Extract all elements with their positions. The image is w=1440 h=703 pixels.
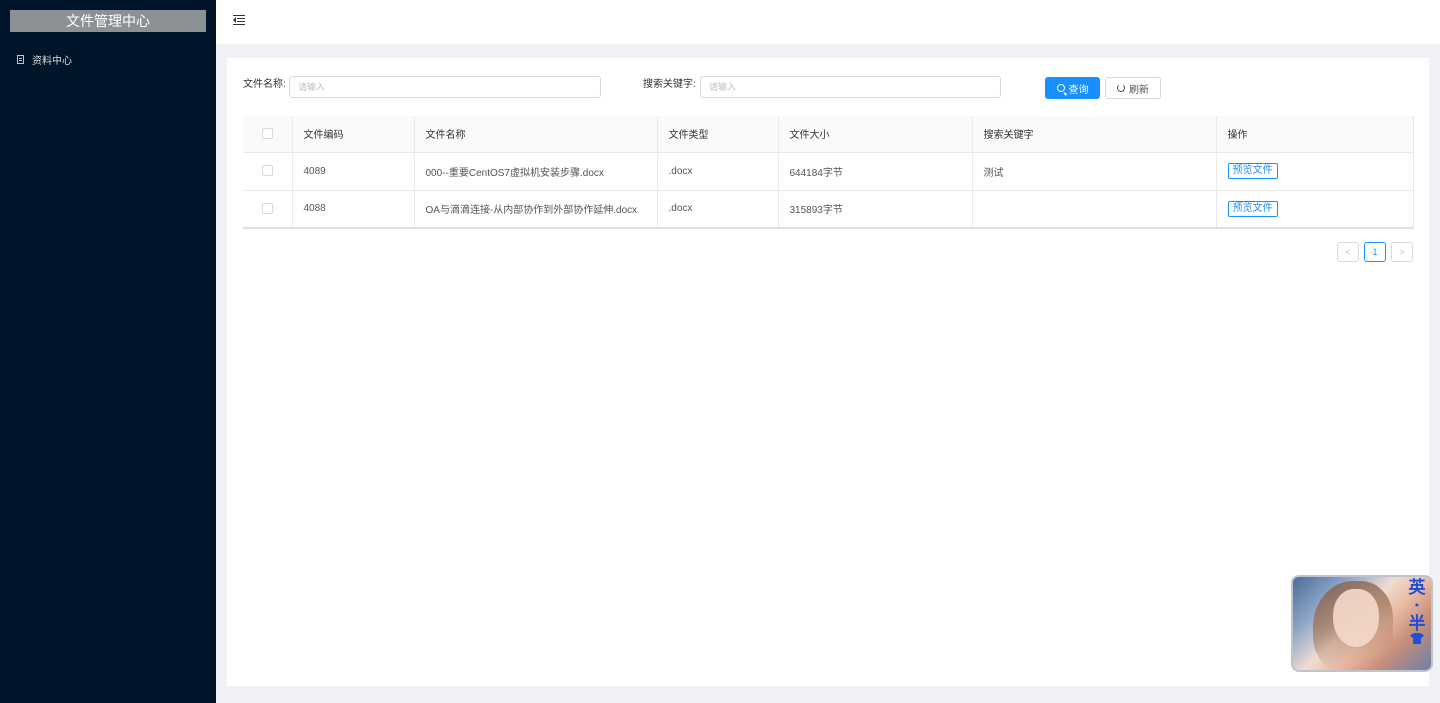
query-button-label: 查询 [1068, 84, 1089, 96]
preview-file-button[interactable]: 预览文件 [1227, 200, 1278, 217]
file-code-cell: 4089 [292, 152, 415, 191]
menu-fold-icon[interactable] [233, 14, 245, 25]
query-button[interactable]: 查询 [1045, 77, 1100, 99]
pagination-prev-button[interactable]: < [1337, 242, 1359, 262]
table-row: 4089 000--重要CentOS7虚拟机安装步骤.docx .docx 64… [243, 152, 1414, 191]
file-name-label: 文件名称: [243, 79, 286, 90]
file-name-input[interactable] [289, 76, 601, 98]
widget-char: · [1414, 596, 1420, 616]
widget-char: 英 [1408, 578, 1426, 598]
file-code-cell: 4088 [292, 190, 415, 229]
column-header: 文件名称 [414, 116, 658, 153]
file-type-cell: .docx [657, 190, 779, 229]
search-icon [1056, 84, 1065, 92]
column-header: 文件编码 [292, 116, 415, 153]
pagination-page-1[interactable]: 1 [1364, 242, 1386, 262]
keyword-label: 搜索关键字: [643, 79, 696, 90]
file-name-cell: 000--重要CentOS7虚拟机安装步骤.docx [414, 152, 658, 191]
refresh-button-label: 刷新 [1129, 84, 1149, 96]
row-select-cell [243, 190, 293, 229]
app-logo-title: 文件管理中心 [10, 10, 206, 32]
select-all-checkbox[interactable] [261, 128, 273, 140]
file-size-cell: 315893字节 [778, 190, 973, 229]
column-header: 文件类型 [657, 116, 779, 153]
row-select-cell [243, 152, 293, 191]
keyword-input[interactable] [700, 76, 1001, 98]
widget-char: 半 [1408, 614, 1426, 634]
column-header: 搜索关键字 [972, 116, 1217, 153]
table-header-row: 文件编码 文件名称 文件类型 文件大小 搜索关键字 操作 [243, 116, 1414, 153]
table-row: 4088 OA与滴滴连接-从内部协作到外部协作延伸.docx .docx 315… [243, 190, 1414, 229]
top-header [216, 0, 1440, 44]
select-all-cell [243, 116, 293, 153]
keyword-cell: 测试 [972, 152, 1217, 191]
sidebar: 文件管理中心 资料中心 [0, 0, 216, 703]
file-name-cell: OA与滴滴连接-从内部协作到外部协作延伸.docx [414, 190, 658, 229]
file-size-cell: 644184字节 [778, 152, 973, 191]
keyword-cell [972, 190, 1217, 229]
widget-vertical-text: 英 · 半 [1407, 579, 1427, 644]
file-table: 文件编码 文件名称 文件类型 文件大小 搜索关键字 操作 4089 000--重… [243, 116, 1414, 229]
refresh-button[interactable]: 刷新 [1105, 77, 1161, 99]
floating-avatar-widget[interactable]: 英 · 半 [1291, 575, 1433, 672]
action-cell: 预览文件 [1216, 190, 1414, 229]
column-header: 文件大小 [778, 116, 973, 153]
shirt-icon [1410, 633, 1424, 644]
avatar-face [1333, 589, 1379, 647]
column-header: 操作 [1216, 116, 1414, 153]
reload-icon [1117, 84, 1125, 92]
pagination-next-button[interactable]: > [1391, 242, 1413, 262]
row-checkbox[interactable] [261, 203, 273, 215]
document-icon [17, 54, 24, 64]
action-cell: 预览文件 [1216, 152, 1414, 191]
sidebar-item-label: 资料中心 [32, 55, 72, 67]
preview-file-button[interactable]: 预览文件 [1227, 163, 1278, 179]
row-checkbox[interactable] [261, 165, 273, 177]
sidebar-item-data-center[interactable]: 资料中心 [0, 48, 216, 70]
file-type-cell: .docx [657, 152, 779, 191]
